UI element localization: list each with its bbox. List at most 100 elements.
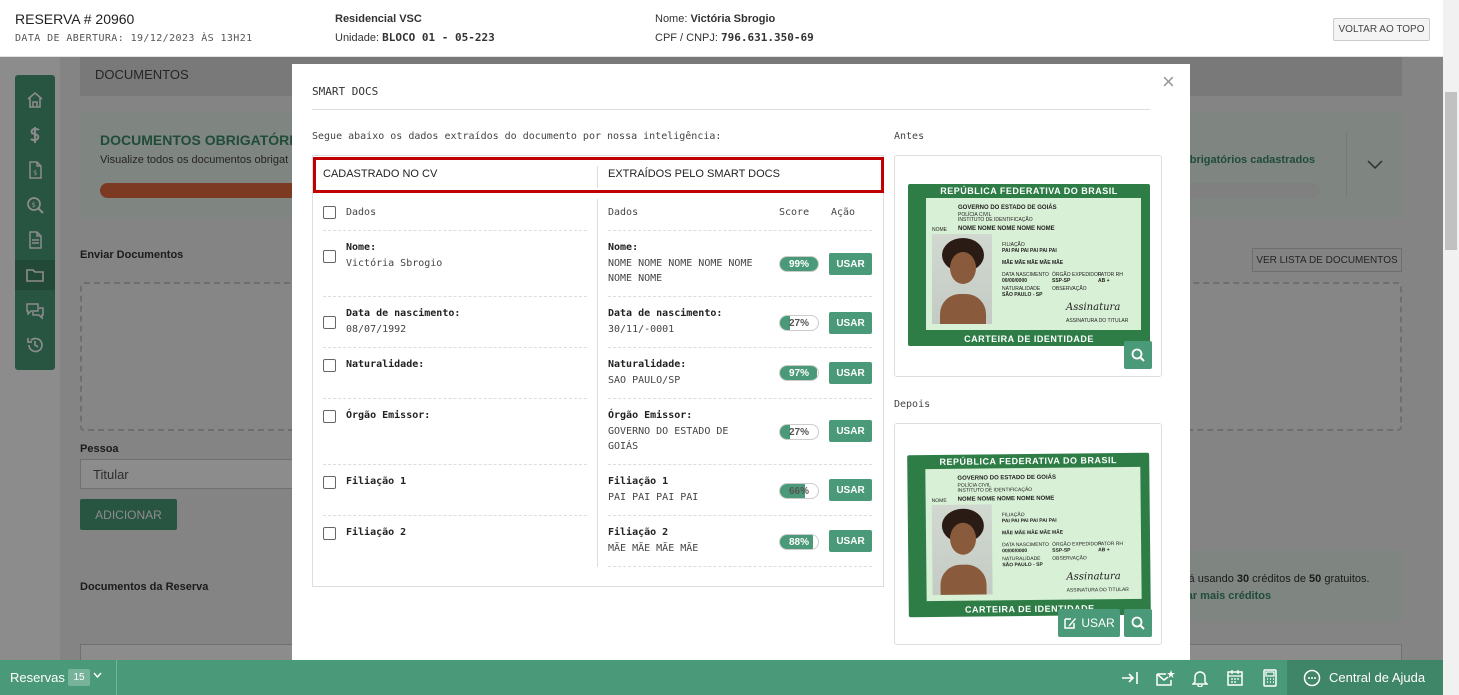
- reservas-label[interactable]: Reservas: [10, 670, 65, 685]
- bottom-divider: [116, 660, 117, 695]
- row-divider: [323, 464, 587, 465]
- score-badge: 66%: [779, 483, 819, 499]
- name-value: Victória Sbrogio: [690, 13, 776, 25]
- head-dados-right: Dados: [608, 207, 639, 218]
- search-icon: [1131, 616, 1145, 630]
- back-to-top-button[interactable]: VOLTAR AO TOPO: [1333, 18, 1430, 41]
- edit-icon: [1064, 618, 1077, 629]
- id-card-image-after: REPÚBLICA FEDERATIVA DO BRASIL GOVERNO D…: [907, 452, 1151, 618]
- reserve-title: RESERVA # 20960: [15, 11, 135, 27]
- sd-value: 30/11/-0001: [608, 324, 675, 335]
- row-divider: [323, 296, 587, 297]
- sd-label: Data de nascimento:: [608, 308, 723, 319]
- id-photo: [932, 234, 992, 324]
- row-checkbox-nome[interactable]: [323, 250, 336, 263]
- id-card-body: GOVERNO DO ESTADO DE GOIÁS POLÍCIA CIVIL…: [925, 466, 1142, 602]
- after-label: Depois: [894, 399, 931, 410]
- cpf-label: CPF / CNPJ:: [655, 32, 718, 44]
- use-button[interactable]: USAR: [829, 253, 872, 275]
- before-label: Antes: [894, 131, 925, 142]
- sd-label: Órgão Emissor:: [608, 410, 693, 421]
- project-name: Residencial VSC: [335, 13, 422, 25]
- use-button[interactable]: USAR: [829, 530, 872, 552]
- header-divider: [597, 166, 598, 188]
- after-image-card: REPÚBLICA FEDERATIVA DO BRASIL GOVERNO D…: [894, 423, 1162, 645]
- modal-divider: [312, 109, 1150, 110]
- head-score: Score: [779, 207, 810, 218]
- use-button[interactable]: USAR: [829, 312, 872, 334]
- smart-docs-modal: × SMART DOCS Segue abaixo os dados extra…: [292, 64, 1190, 660]
- sd-value: MÃE MÃE MÃE MÃE: [608, 543, 699, 554]
- chat-dots-icon: [1303, 669, 1321, 686]
- use-button[interactable]: USAR: [829, 362, 872, 384]
- id-photo: [931, 504, 993, 596]
- row-label: Órgão Emissor:: [346, 410, 431, 421]
- row-checkbox-filiacao-1[interactable]: [323, 476, 336, 489]
- head-dados-left: Dados: [346, 207, 377, 218]
- score-badge: 88%: [779, 534, 819, 550]
- modal-intro: Segue abaixo os dados extraídos do docum…: [312, 131, 722, 142]
- row-divider: [323, 515, 587, 516]
- select-all-checkbox[interactable]: [323, 206, 336, 219]
- row-checkbox-naturalidade[interactable]: [323, 359, 336, 372]
- row-divider: [608, 347, 872, 348]
- row-divider: [608, 515, 872, 516]
- use-image-label: USAR: [1081, 616, 1115, 630]
- zoom-button[interactable]: [1124, 609, 1152, 637]
- row-divider: [323, 398, 587, 399]
- row-label: Nome:: [346, 242, 377, 253]
- row-checkbox-orgao[interactable]: [323, 410, 336, 423]
- score-badge: 99%: [779, 256, 819, 272]
- page-scrollbar[interactable]: [1443, 0, 1459, 695]
- head-acao: Ação: [831, 207, 856, 218]
- sd-value: NOME NOME NOME NOME NOME NOME NOME: [608, 258, 753, 284]
- chevron-down-icon[interactable]: [93, 670, 102, 681]
- column-header-smart-docs: EXTRAÍDOS PELO SMART DOCS: [608, 168, 780, 180]
- use-image-button[interactable]: USAR: [1058, 609, 1120, 637]
- cv-value: 08/07/1992: [346, 324, 407, 335]
- row-label: Naturalidade:: [346, 359, 425, 370]
- score-badge: 27%: [779, 315, 819, 331]
- row-divider: [323, 230, 587, 231]
- row-label: Data de nascimento:: [346, 308, 461, 319]
- use-button[interactable]: USAR: [829, 420, 872, 442]
- sd-label: Filiação 1: [608, 476, 669, 487]
- id-card-body: GOVERNO DO ESTADO DE GOIÁS POLÍCIA CIVIL…: [926, 198, 1141, 330]
- top-header: RESERVA # 20960 DATA DE ABERTURA: 19/12/…: [0, 0, 1443, 57]
- sd-label: Nome:: [608, 242, 639, 253]
- help-center-button[interactable]: Central de Ajuda: [1287, 660, 1443, 695]
- bottom-bar: Reservas 15 Central de Ajuda: [0, 660, 1443, 695]
- use-button[interactable]: USAR: [829, 479, 872, 501]
- row-label: Filiação 1: [346, 476, 407, 487]
- calculator-icon[interactable]: [1260, 668, 1280, 688]
- scrollbar-thumb[interactable]: [1445, 92, 1457, 250]
- cv-value: Victória Sbrogio: [346, 258, 443, 269]
- zoom-button[interactable]: [1124, 341, 1152, 369]
- collapse-icon[interactable]: [1120, 668, 1140, 688]
- bell-icon[interactable]: [1190, 668, 1210, 688]
- id-bottom-band: CARTEIRA DE IDENTIDADE: [964, 334, 1094, 344]
- row-checkbox-nascimento[interactable]: [323, 316, 336, 329]
- id-card-image: REPÚBLICA FEDERATIVA DO BRASIL GOVERNO D…: [908, 184, 1150, 346]
- mail-star-icon[interactable]: [1155, 668, 1175, 688]
- close-icon[interactable]: ×: [1162, 71, 1175, 93]
- sd-value: GOVERNO DO ESTADO DE GOIÁS: [608, 426, 729, 452]
- search-icon: [1131, 348, 1145, 362]
- calendar-icon[interactable]: [1225, 668, 1245, 688]
- row-divider: [323, 347, 587, 348]
- row-checkbox-filiacao-2[interactable]: [323, 527, 336, 540]
- row-divider: [608, 230, 872, 231]
- column-header-cv: CADASTRADO NO CV: [323, 168, 438, 180]
- row-divider: [608, 398, 872, 399]
- id-top-band: REPÚBLICA FEDERATIVA DO BRASIL: [939, 455, 1118, 467]
- help-center-label: Central de Ajuda: [1329, 670, 1426, 685]
- sd-label: Filiação 2: [608, 527, 669, 538]
- name-label: Nome:: [655, 13, 688, 25]
- score-badge: 97%: [779, 365, 819, 381]
- row-label: Filiação 2: [346, 527, 407, 538]
- score-badge: 27%: [779, 424, 819, 440]
- modal-title: SMART DOCS: [312, 85, 379, 98]
- row-divider: [608, 566, 872, 567]
- unit-value: BLOCO 01 - 05-223: [382, 31, 495, 44]
- column-divider: [597, 199, 598, 567]
